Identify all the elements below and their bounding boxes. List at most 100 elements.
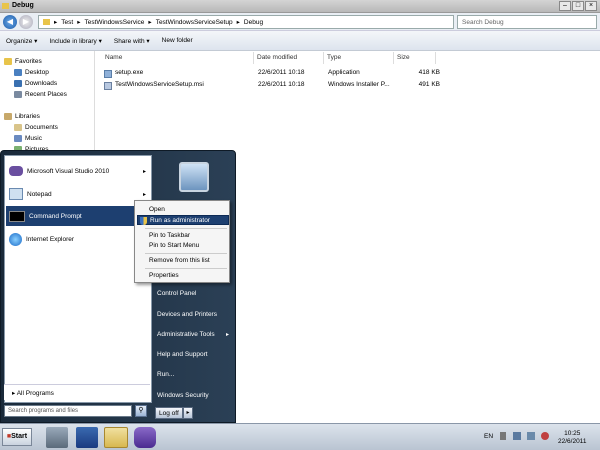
nav-desktop[interactable]: Desktop [25,69,49,76]
flag-icon[interactable] [513,432,521,440]
file-date: 22/6/2011 10:18 [258,81,305,88]
table-row[interactable]: TestWindowsServiceSetup.msi 22/6/2011 10… [104,81,440,92]
program-label: Internet Explorer [26,235,75,243]
run-item[interactable]: Run... [153,368,233,382]
program-internet-explorer[interactable]: Internet Explorer [6,229,150,249]
desktop-icon [14,69,22,76]
crumb-item[interactable]: Debug [244,19,263,26]
admin-tools-item[interactable]: Administrative Tools ▸ [153,328,233,342]
all-programs-label: All Programs [16,390,54,397]
file-name: TestWindowsServiceSetup.msi [115,81,204,88]
column-name[interactable]: Name [102,52,254,64]
star-icon [4,58,12,65]
nav-libraries[interactable]: Libraries [15,113,40,120]
program-visual-studio[interactable]: Microsoft Visual Studio 2010 ▸ [6,161,150,181]
minimize-button[interactable]: – [559,1,571,11]
breadcrumb[interactable]: ▸ Test ▸ TestWindowsService ▸ TestWindowsSe… [38,15,454,29]
control-panel-item[interactable]: Control Panel [153,287,233,301]
context-pin-start[interactable]: Pin to Start Menu [137,241,229,251]
msi-icon [104,82,112,90]
downloads-icon [14,80,22,87]
nav-documents[interactable]: Documents [25,124,58,131]
shield-icon [140,217,147,225]
recent-places-icon [14,91,22,98]
column-type[interactable]: Type [324,52,394,64]
title-bar: Debug – □ × [0,0,600,13]
notepad-icon [9,188,23,200]
file-date: 22/6/2011 10:18 [258,69,305,76]
table-row[interactable]: setup.exe 22/6/2011 10:18 Application 41… [104,69,440,80]
internet-explorer-icon [9,232,22,246]
navigation-pane: Favorites Desktop Downloads Recent Place… [0,51,95,153]
user-avatar[interactable] [179,162,209,192]
program-label: Command Prompt [29,212,82,220]
server-manager-icon[interactable] [46,427,68,448]
language-indicator[interactable]: EN [484,433,493,440]
clock-time: 10:25 [564,430,581,437]
nav-downloads[interactable]: Downloads [25,80,57,87]
libraries-icon [4,113,12,120]
forward-button[interactable]: ▶ [19,15,33,29]
share-with-button[interactable]: Share with ▾ [114,37,150,45]
start-button[interactable]: ■Start [2,428,32,446]
clock-date: 22/6/2011 [558,438,587,445]
all-programs[interactable]: ▸ All Programs [4,384,150,400]
devices-printers-item[interactable]: Devices and Printers [153,308,233,322]
visual-studio-icon [9,166,23,176]
explorer-icon[interactable] [104,427,128,448]
music-icon [14,135,22,142]
windows-security-item[interactable]: Windows Security [153,389,233,403]
volume-icon[interactable] [541,432,549,440]
address-bar: ◀ ▶ ▸ Test ▸ TestWindowsService ▸ TestWindo… [0,13,600,31]
folder-icon [43,19,50,25]
command-bar: Organize ▾ Include in library ▾ Share wi… [0,31,600,51]
back-button[interactable]: ◀ [3,15,17,29]
maximize-button[interactable]: □ [572,1,584,11]
nav-recent[interactable]: Recent Places [25,91,67,98]
nav-favorites[interactable]: Favorites [15,58,42,65]
context-menu: Open Run as administrator Pin to Taskbar… [134,200,230,283]
new-folder-button[interactable]: New folder [162,37,193,44]
program-command-prompt[interactable]: Command Prompt▸ [6,206,150,226]
clock[interactable]: 10:25 22/6/2011 [558,430,586,446]
program-label: Notepad [27,190,52,198]
context-pin-taskbar[interactable]: Pin to Taskbar [137,231,229,241]
crumb-item[interactable]: TestWindowsService [84,19,144,26]
crumb-item[interactable]: Test [61,19,73,26]
context-open[interactable]: Open [137,205,229,215]
search-icon[interactable]: ⚲ [135,405,147,417]
visual-studio-icon[interactable] [134,427,156,448]
log-off-button[interactable]: Log off [155,407,183,419]
programs-list: Microsoft Visual Studio 2010 ▸ Notepad ▸ C… [4,155,152,403]
crumb-item[interactable]: TestWindowsServiceSetup [156,19,233,26]
program-notepad[interactable]: Notepad ▸ [6,184,150,204]
start-search-input[interactable]: Search programs and files [4,405,132,417]
shutdown-options-button[interactable]: ▸ [183,407,193,419]
start-label: Start [11,433,28,440]
context-run-as-admin[interactable]: Run as administrator [137,215,229,225]
include-library-button[interactable]: Include in library ▾ [49,37,101,45]
powershell-icon[interactable] [76,427,98,448]
start-menu: Microsoft Visual Studio 2010 ▸ Notepad ▸ C… [0,150,236,423]
column-date[interactable]: Date modified [254,52,324,64]
context-remove[interactable]: Remove from this list [137,256,229,266]
organize-button[interactable]: Organize ▾ [6,37,37,45]
context-properties[interactable]: Properties [137,271,229,281]
tray-arrow-icon[interactable] [500,432,506,440]
documents-icon [14,124,22,131]
context-run-as-admin-label: Run as administrator [150,217,210,224]
program-label: Microsoft Visual Studio 2010 [27,167,110,175]
window-title: Debug [12,2,34,9]
help-support-item[interactable]: Help and Support [153,348,233,362]
nav-music[interactable]: Music [25,135,42,142]
close-button[interactable]: × [585,1,597,11]
folder-icon [2,3,9,9]
search-input[interactable]: Search Debug [457,15,597,29]
installer-icon [104,70,112,78]
start-right-column: Control Panel Devices and Printers Admin… [153,155,235,423]
file-type: Windows Installer P... [328,81,390,88]
command-prompt-icon [9,210,25,222]
network-icon[interactable] [527,432,535,440]
file-size: 418 KB [418,69,440,76]
column-size[interactable]: Size [394,52,436,64]
